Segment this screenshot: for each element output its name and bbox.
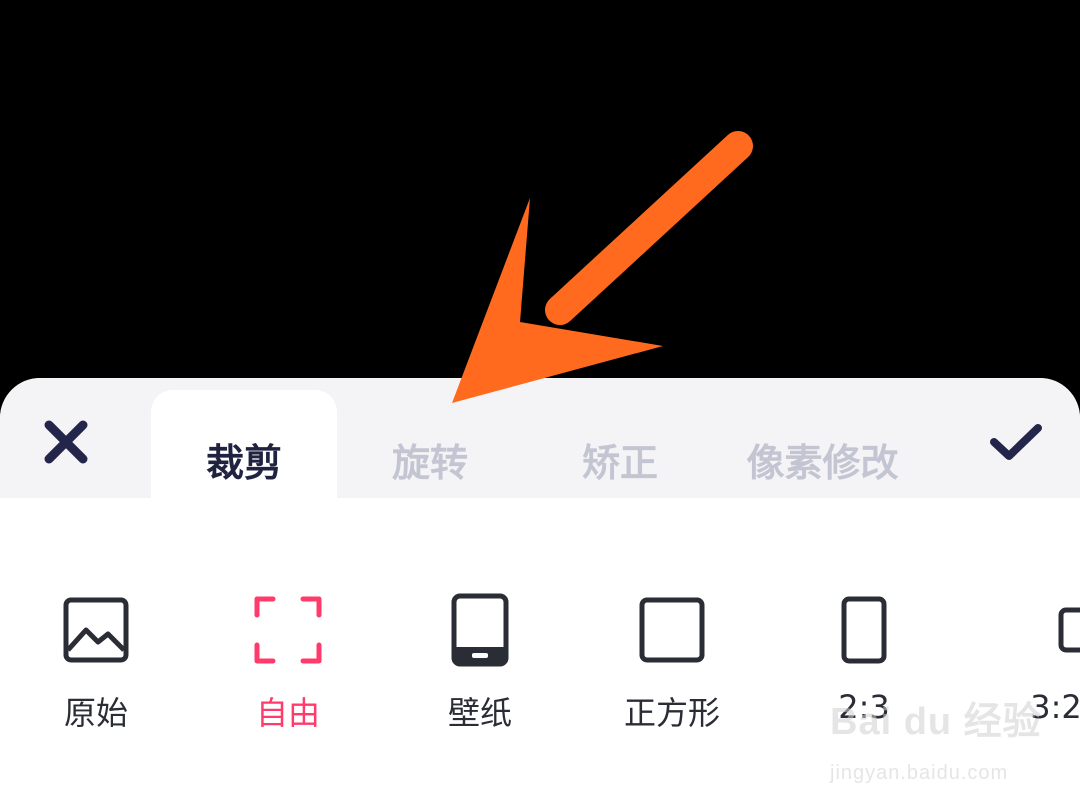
edit-tab-bar: 裁剪 旋转 矫正 像素修改: [0, 378, 1080, 510]
tab-straighten[interactable]: 矫正: [540, 390, 700, 510]
tab-pixel-edit[interactable]: 像素修改: [720, 390, 925, 510]
ratio-2-3-label: 2:3: [838, 688, 890, 726]
crop-editor-screen: 裁剪 旋转 矫正 像素修改 原始 自由 壁纸 正方形 2:3 3:2 Bai d…: [0, 0, 1080, 810]
ratio-2-3[interactable]: 2:3: [789, 576, 939, 736]
ratio-free-label: 自由: [255, 694, 320, 732]
tab-rotate-label: 旋转: [391, 441, 468, 485]
landscape-ratio-icon: [1058, 607, 1080, 653]
image-preview-area: [0, 0, 1080, 400]
ratio-original-label: 原始: [63, 694, 128, 732]
ratio-wallpaper[interactable]: 壁纸: [405, 576, 555, 736]
ratio-square[interactable]: 正方形: [597, 576, 747, 736]
ratio-wallpaper-label: 壁纸: [447, 694, 512, 732]
close-icon: [44, 420, 88, 464]
phone-icon: [451, 593, 509, 667]
ratio-square-label: 正方形: [623, 694, 720, 732]
ratio-3-2-label: 3:2: [1030, 688, 1080, 726]
free-crop-icon: [254, 596, 322, 664]
close-button[interactable]: [36, 412, 96, 472]
confirm-button[interactable]: [984, 412, 1048, 472]
checkmark-icon: [990, 424, 1042, 460]
edit-bottom-sheet: 裁剪 旋转 矫正 像素修改 原始 自由 壁纸 正方形 2:3 3:2: [0, 378, 1080, 810]
ratio-free[interactable]: 自由: [213, 576, 363, 736]
tab-crop-label: 裁剪: [205, 441, 282, 485]
crop-ratio-options: 原始 自由 壁纸 正方形 2:3 3:2: [0, 576, 1080, 736]
tab-crop[interactable]: 裁剪: [151, 390, 337, 510]
ratio-original[interactable]: 原始: [21, 576, 171, 736]
tab-straighten-label: 矫正: [581, 441, 658, 485]
ratio-3-2[interactable]: 3:2: [981, 576, 1080, 736]
tab-pixel-edit-label: 像素修改: [746, 441, 899, 485]
image-icon: [63, 597, 129, 663]
square-icon: [639, 597, 705, 663]
tab-rotate[interactable]: 旋转: [345, 390, 515, 510]
portrait-ratio-icon: [841, 596, 887, 664]
